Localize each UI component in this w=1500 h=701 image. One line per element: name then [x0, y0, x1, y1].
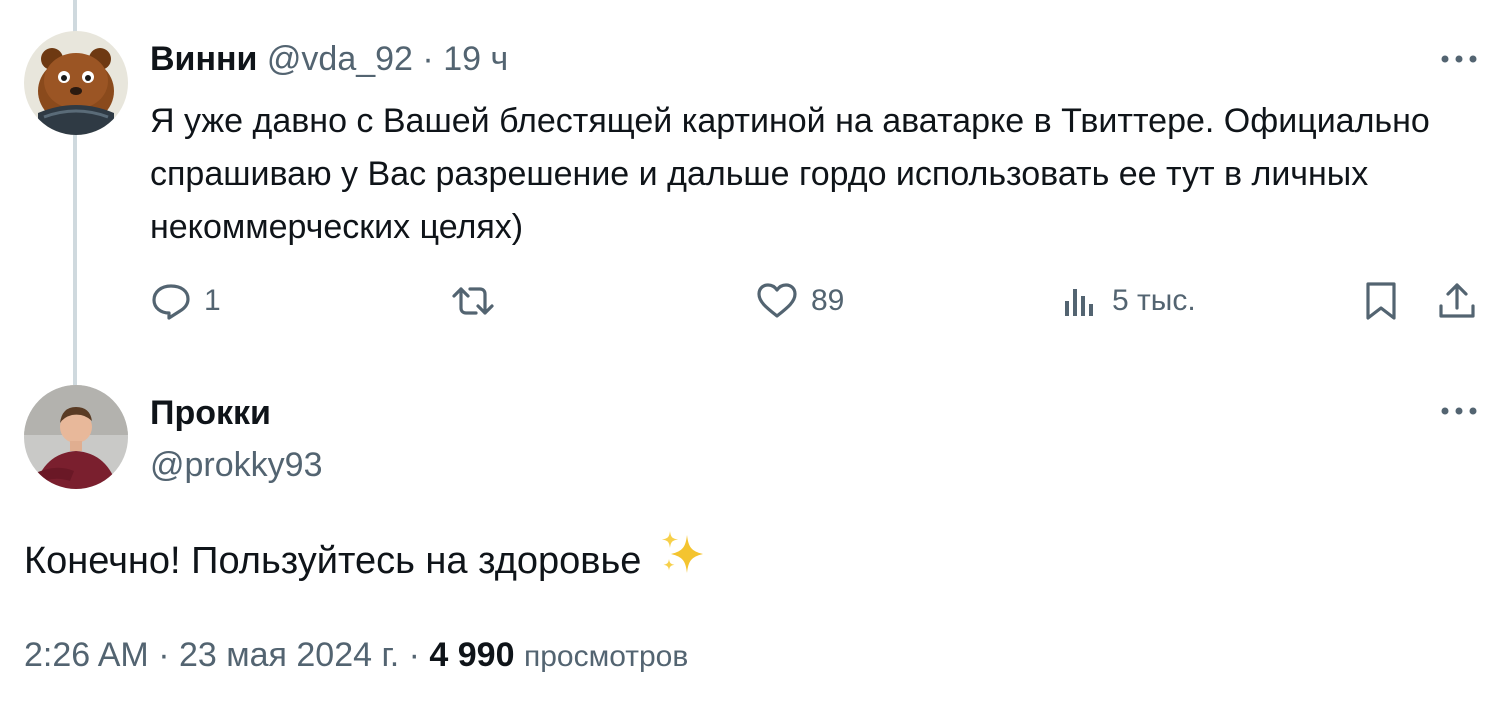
- share-icon: [1439, 283, 1475, 318]
- bookmark-icon: [1366, 282, 1396, 320]
- author-handle[interactable]: @prokky93: [150, 444, 322, 486]
- more-icon: [1441, 55, 1477, 63]
- like-button[interactable]: 89: [755, 276, 844, 326]
- tweet-text: Я уже давно с Вашей блестящей картиной н…: [150, 102, 1430, 246]
- reply-count: 1: [204, 284, 221, 317]
- more-options-button[interactable]: [1436, 396, 1482, 426]
- views-button[interactable]: 5 тыс.: [1060, 276, 1196, 326]
- like-icon: [757, 283, 797, 318]
- author-handle[interactable]: @vda_92: [267, 40, 413, 78]
- sparkles-icon: [662, 531, 704, 573]
- tweet-time[interactable]: 19 ч: [443, 40, 508, 78]
- more-options-button[interactable]: [1436, 44, 1482, 74]
- person-avatar-image: [24, 385, 128, 489]
- author-display-name[interactable]: Винни: [150, 40, 257, 78]
- tweet-meta: 2:26 AM · 23 мая 2024 г. · 4 990 просмот…: [24, 633, 688, 679]
- views-count: 4 990: [429, 636, 515, 674]
- bear-avatar-image: [24, 31, 128, 135]
- bookmark-button[interactable]: [1362, 276, 1400, 326]
- share-button[interactable]: [1436, 276, 1478, 326]
- avatar[interactable]: [24, 385, 128, 489]
- separator: ·: [158, 636, 170, 674]
- tweet-text: Конечно! Пользуйтесь на здоровье: [24, 540, 642, 582]
- like-count: 89: [811, 284, 845, 317]
- more-icon: [1441, 407, 1477, 415]
- author-display-name[interactable]: Прокки: [150, 392, 271, 434]
- separator: ·: [408, 636, 420, 674]
- separator: ·: [422, 40, 434, 78]
- reply-icon: [152, 284, 190, 320]
- views-count: 5 тыс.: [1112, 284, 1196, 317]
- retweet-icon: [452, 287, 494, 315]
- views-icon: [1065, 289, 1093, 316]
- avatar[interactable]: [24, 31, 128, 135]
- tweet-time[interactable]: 2:26 AM: [24, 636, 149, 674]
- tweet-date[interactable]: 23 мая 2024 г.: [179, 636, 399, 674]
- views-label: просмотров: [523, 640, 689, 673]
- retweet-button[interactable]: [450, 276, 508, 326]
- sparkles-emoji: [657, 527, 707, 595]
- reply-button[interactable]: 1: [150, 276, 221, 326]
- tweet-text-container: Конечно! Пользуйтесь на здоровье: [24, 527, 707, 595]
- tweet-header: Винни @vda_92 · 19 ч: [150, 38, 508, 80]
